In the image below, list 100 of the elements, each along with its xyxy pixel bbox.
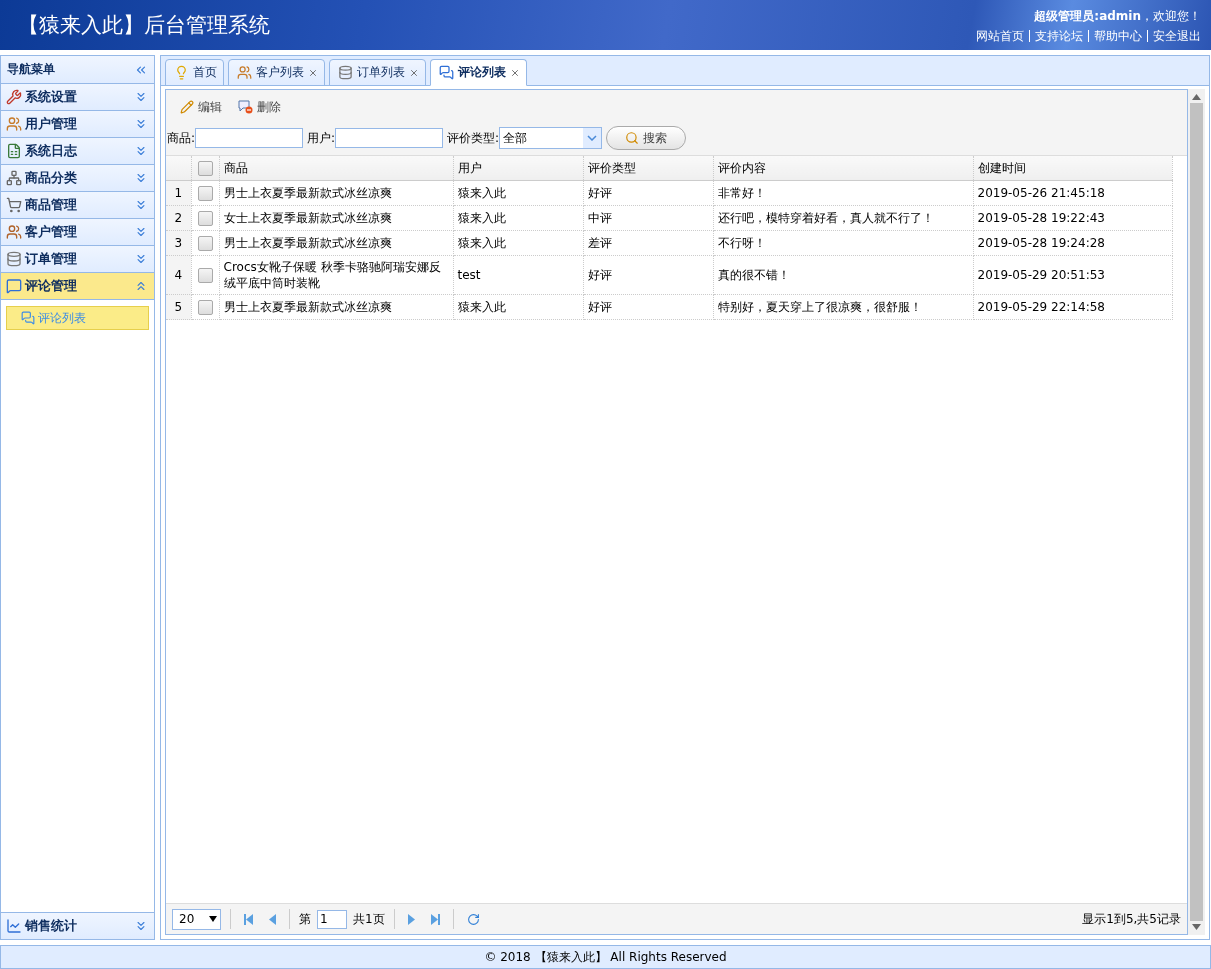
table-cell: 还行吧，模特穿着好看，真人就不行了！: [713, 205, 973, 231]
table-cell: test: [453, 255, 583, 295]
tab[interactable]: 评论列表: [430, 59, 527, 86]
table-cell: 2019-05-29 22:14:58: [973, 294, 1172, 320]
first-page-icon: [244, 913, 253, 925]
table-cell: 中评: [583, 205, 713, 231]
table-cell: 好评: [583, 180, 713, 206]
chevron-down-icon: [587, 135, 598, 141]
pencil-icon: [180, 100, 194, 114]
field-label: 评价类型:: [447, 129, 500, 147]
chevrons-down-icon: [134, 919, 148, 933]
tab[interactable]: 订单列表: [329, 59, 426, 86]
wrench-icon: [6, 89, 22, 105]
sidebar-item[interactable]: 订单管理: [1, 246, 154, 273]
users-icon: [6, 224, 22, 240]
refresh-icon: [466, 912, 480, 926]
row-number: 5: [166, 294, 191, 320]
sidebar-title: 导航菜单: [7, 61, 56, 78]
checkbox[interactable]: [197, 236, 213, 251]
column-header: 评价类型: [583, 156, 713, 181]
page-count: 共1页: [353, 910, 385, 928]
hierarchy-icon: [6, 170, 22, 186]
column-header: 创建时间: [973, 156, 1172, 181]
chevrons-down-icon: [134, 117, 148, 131]
table-cell: 差评: [583, 230, 713, 256]
table-cell: 好评: [583, 255, 713, 295]
row-number: 4: [166, 255, 191, 295]
search-icon: [625, 131, 640, 145]
close-icon[interactable]: [409, 67, 419, 78]
delete-button[interactable]: 删除: [234, 96, 285, 118]
header-link[interactable]: 网站首页: [971, 30, 1029, 42]
scrollbar[interactable]: [1188, 89, 1205, 935]
database-icon: [338, 65, 353, 80]
checkbox[interactable]: [197, 211, 213, 226]
close-icon[interactable]: [308, 67, 318, 78]
chevrons-down-icon: [134, 171, 148, 185]
column-header: 评价内容: [713, 156, 973, 181]
table-cell: 真的很不错！: [713, 255, 973, 295]
tab[interactable]: 客户列表: [228, 59, 325, 86]
speech-bubble-icon: [6, 278, 22, 294]
sidebar-item[interactable]: 商品分类: [1, 165, 154, 192]
tab[interactable]: 首页: [165, 59, 224, 86]
chevrons-down-icon: [134, 144, 148, 158]
sidebar-item[interactable]: 系统设置: [1, 84, 154, 111]
record-summary: 显示1到5,共5记录: [1082, 910, 1181, 928]
column-header: 商品: [219, 156, 453, 181]
search-button[interactable]: 搜索: [606, 126, 687, 150]
table-cell: 好评: [583, 294, 713, 320]
line-chart-icon: [6, 918, 22, 934]
table-cell: 不行呀！: [713, 230, 973, 256]
chevrons-down-icon: [134, 225, 148, 239]
page-size-select[interactable]: 20: [172, 908, 221, 930]
footer-text: © 2018 【猿来入此】 All Rights Reserved: [0, 945, 1211, 969]
page-label: 第: [299, 910, 311, 928]
sidebar-item[interactable]: 用户管理: [1, 111, 154, 138]
sidebar-item[interactable]: 商品管理: [1, 192, 154, 219]
table-cell: 2019-05-26 21:45:18: [973, 180, 1172, 206]
next-icon: [407, 913, 417, 925]
table-cell: 猿来入此: [453, 180, 583, 206]
table-cell: Crocs女靴子保暖 秋季卡骆驰阿瑞安娜反绒平底中筒时装靴: [219, 255, 453, 295]
table-cell: 男士上衣夏季最新款式冰丝凉爽: [219, 230, 453, 256]
select-field[interactable]: 全部: [499, 127, 603, 149]
sidebar-item[interactable]: 销售统计: [1, 912, 154, 939]
app-title: 【猿来入此】后台管理系统: [18, 12, 270, 39]
sidebar-item[interactable]: 评论管理: [1, 273, 154, 300]
table-cell: 2019-05-29 20:51:53: [973, 255, 1172, 295]
header-link[interactable]: 支持论坛: [1029, 30, 1088, 42]
edit-button[interactable]: 编辑: [176, 96, 226, 118]
table-cell: 2019-05-28 19:22:43: [973, 205, 1172, 231]
chevrons-down-icon: [134, 252, 148, 266]
checkbox[interactable]: [197, 300, 213, 315]
row-number: 2: [166, 205, 191, 231]
table-cell: 猿来入此: [453, 205, 583, 231]
greeting-text: 超级管理员:admin，欢迎您！: [1034, 8, 1201, 25]
sidebar-item[interactable]: 客户管理: [1, 219, 154, 246]
checkbox[interactable]: [197, 160, 213, 176]
field-label: 用户:: [307, 129, 336, 147]
users-icon: [237, 65, 252, 80]
input-field[interactable]: [335, 128, 444, 148]
page-input[interactable]: 1: [317, 909, 347, 929]
checkbox[interactable]: [197, 268, 213, 283]
chevrons-down-icon: [134, 90, 148, 104]
scroll-down-icon: [1192, 924, 1201, 930]
table-cell: 非常好！: [713, 180, 973, 206]
table-cell: 男士上衣夏季最新款式冰丝凉爽: [219, 180, 453, 206]
header-link[interactable]: 安全退出: [1147, 30, 1201, 42]
row-number: 1: [166, 180, 191, 206]
table-cell: 猿来入此: [453, 294, 583, 320]
field-label: 商品:: [167, 129, 196, 147]
table-cell: 猿来入此: [453, 230, 583, 256]
chevrons-up-icon: [134, 279, 148, 293]
close-icon[interactable]: [510, 67, 520, 78]
checkbox[interactable]: [197, 186, 213, 201]
column-header: 用户: [453, 156, 583, 181]
remove-icon: [238, 100, 253, 114]
spreadsheet-icon: [6, 143, 22, 159]
sidebar-item[interactable]: 系统日志: [1, 138, 154, 165]
input-field[interactable]: [195, 128, 304, 148]
cart-icon: [6, 197, 22, 213]
header-link[interactable]: 帮助中心: [1088, 30, 1147, 42]
